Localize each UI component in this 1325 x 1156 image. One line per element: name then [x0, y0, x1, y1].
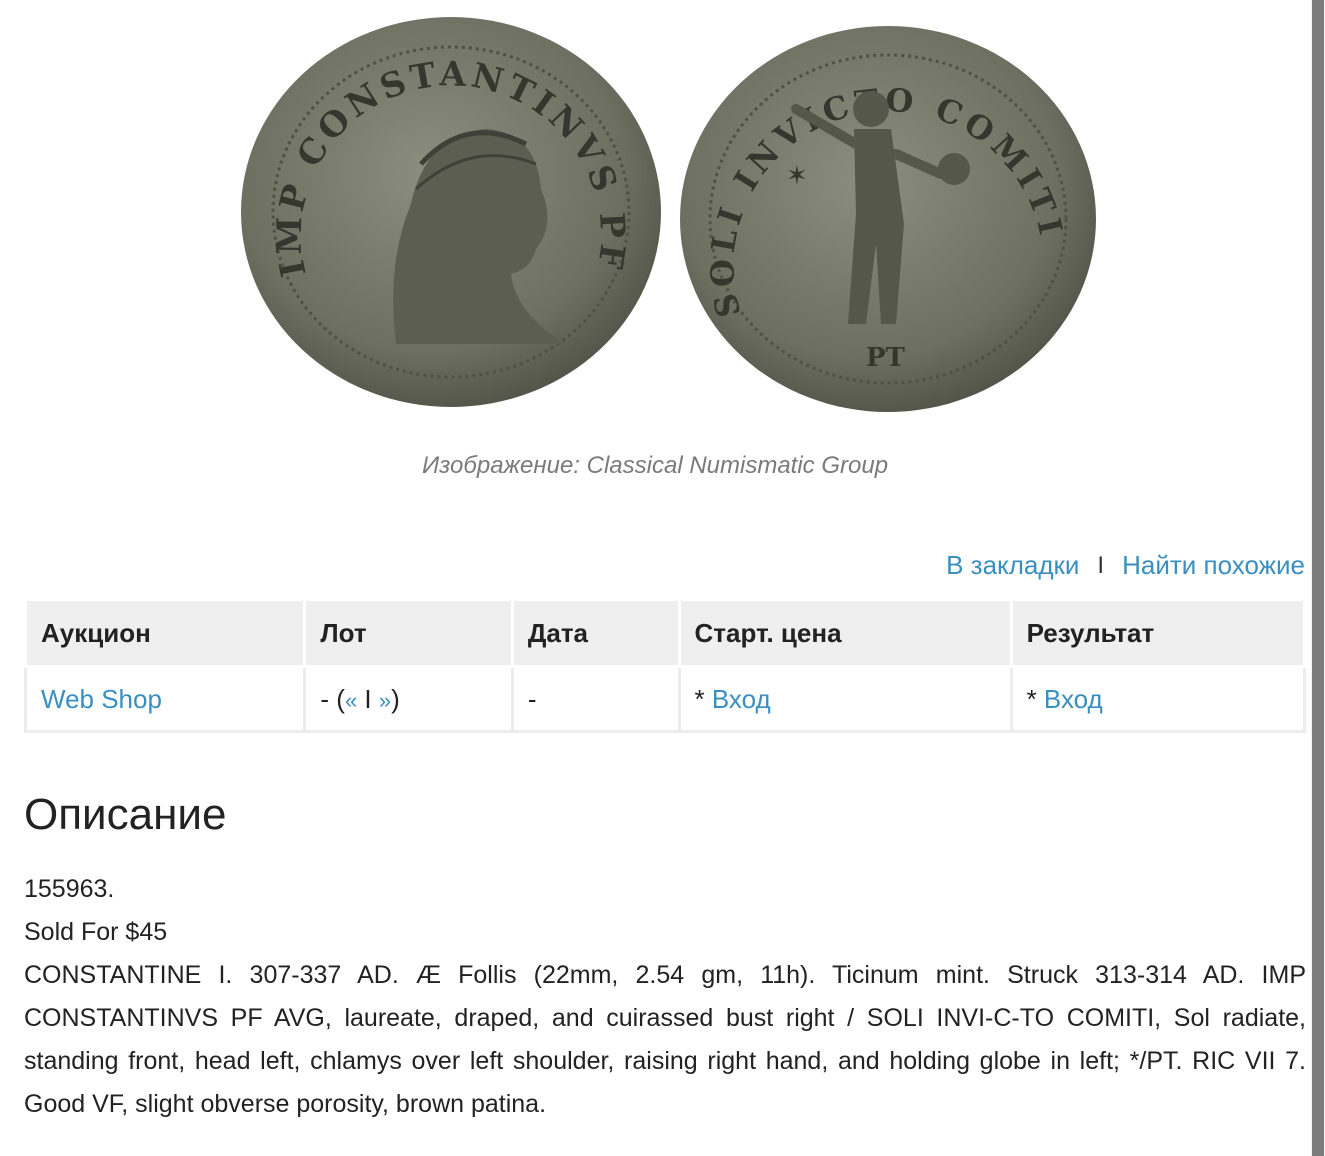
sold-price: Sold For $45 [24, 918, 168, 946]
cell-result: * Вход [1009, 665, 1307, 733]
start-price-login-link[interactable]: Вход [712, 684, 771, 714]
description-title: Описание [24, 790, 227, 839]
lot-prefix: - ( [320, 683, 345, 714]
cell-date: - [510, 665, 681, 733]
next-lot-link[interactable]: » [379, 688, 391, 713]
find-similar-link[interactable]: Найти похожие [1122, 550, 1305, 581]
lot-separator: I [357, 683, 379, 714]
table-row: Web Shop - (« I ») - * Вход * Вход [23, 665, 1307, 733]
lot-actions: В закладки I Найти похожие [946, 550, 1305, 581]
table-header-row: Аукцион Лот Дата Старт. цена Результат [23, 598, 1307, 668]
auction-table: Аукцион Лот Дата Старт. цена Результат W… [23, 598, 1307, 733]
scrollbar-thumb[interactable] [1312, 0, 1324, 1156]
header-start-price: Старт. цена [677, 598, 1013, 668]
actions-separator: I [1097, 551, 1105, 579]
coin-obverse: IMP CONSTANTINVS PF AVG [236, 14, 661, 407]
lot-number: 155963. [24, 875, 115, 903]
cell-start-price: * Вход [677, 665, 1013, 733]
start-price-star: * [694, 683, 712, 714]
cell-lot: - (« I ») [303, 665, 514, 733]
svg-text:✶: ✶ [786, 160, 808, 190]
header-date: Дата [510, 598, 681, 668]
scrollbar-track[interactable] [1311, 0, 1325, 1156]
header-result: Результат [1009, 598, 1307, 668]
description-text: CONSTANTINE I. 307-337 AD. Æ Follis (22m… [24, 961, 1306, 1118]
image-caption: Изображение: Classical Numismatic Group [421, 452, 889, 479]
lot-suffix: ) [391, 683, 400, 714]
header-lot: Лот [303, 598, 514, 668]
cell-auction: Web Shop [23, 665, 307, 733]
prev-lot-link[interactable]: « [345, 688, 357, 713]
coin-image[interactable]: IMP CONSTANTINVS PF AVG SOLI INVICTO COM… [236, 14, 1098, 414]
result-star: * [1026, 683, 1044, 714]
svg-text:PT: PT [866, 343, 906, 373]
description-body: 155963. Sold For $45 CONSTANTINE I. 307-… [24, 868, 1306, 1126]
auction-link[interactable]: Web Shop [41, 684, 162, 714]
header-auction: Аукцион [23, 598, 307, 668]
coin-reverse: SOLI INVICTO COMITI PT ✶ [680, 26, 1096, 412]
result-login-link[interactable]: Вход [1044, 684, 1103, 714]
bookmark-link[interactable]: В закладки [946, 550, 1079, 581]
